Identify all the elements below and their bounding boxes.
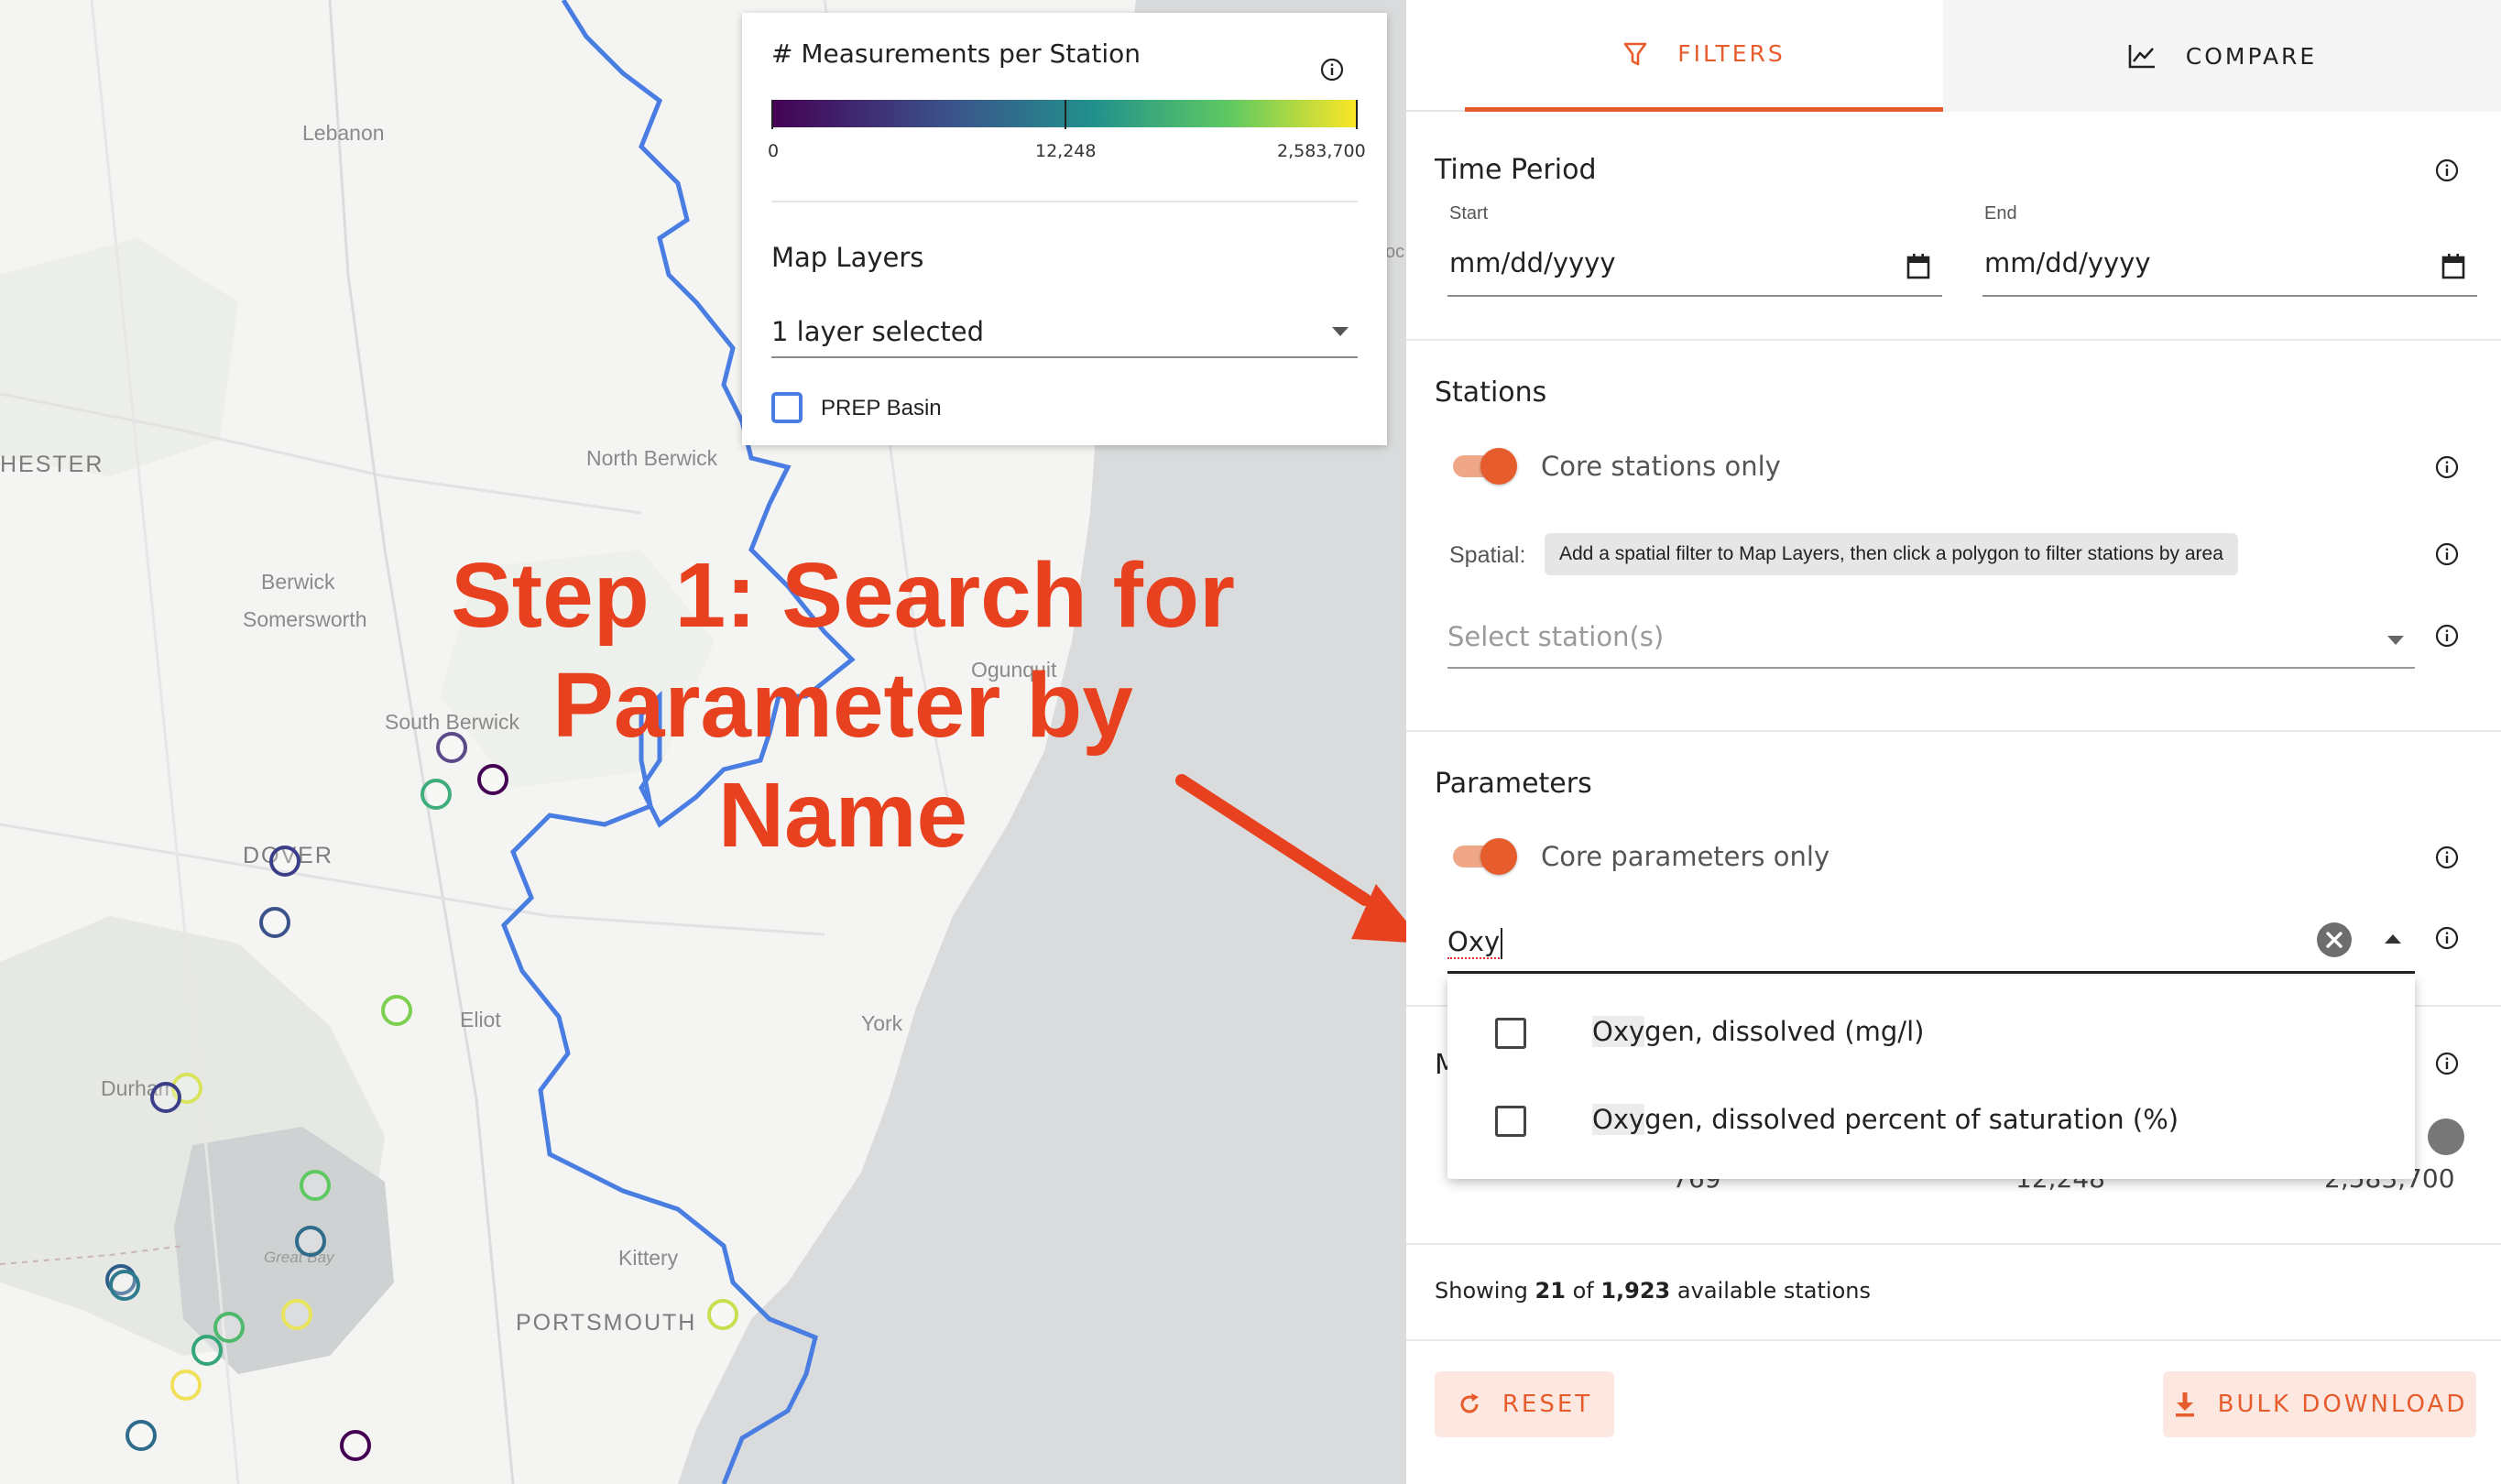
core-stations-label: Core stations only — [1541, 451, 1781, 482]
toggle-thumb — [1480, 448, 1517, 485]
info-icon[interactable] — [2434, 454, 2460, 480]
station-select[interactable]: Select station(s) — [1447, 614, 2415, 669]
map-canvas[interactable]: Lebanon HESTER North Berwick Berwick Som… — [0, 0, 1406, 1484]
option-label: Oxygen, dissolved percent of saturation … — [1592, 1104, 2179, 1135]
parameter-search-value: Oxy — [1447, 926, 1501, 959]
parameter-search-input[interactable]: Oxy — [1447, 915, 2415, 974]
line-chart-icon — [2128, 45, 2155, 69]
tab-filters[interactable]: FILTERS — [1465, 0, 1943, 112]
info-icon[interactable] — [2434, 1051, 2460, 1076]
option-checkbox[interactable] — [1495, 1106, 1526, 1137]
station-select-placeholder: Select station(s) — [1447, 621, 1665, 652]
legend-title: # Measurements per Station — [771, 38, 1141, 69]
prep-basin-checkbox[interactable] — [771, 392, 803, 423]
end-date-label: End — [1984, 203, 2017, 224]
slider-handle[interactable] — [2428, 1118, 2464, 1155]
section-divider — [1406, 730, 2501, 732]
section-divider — [1406, 339, 2501, 341]
info-icon[interactable] — [2434, 623, 2460, 649]
refresh-icon — [1460, 1393, 1479, 1413]
time-period-title: Time Period — [1435, 154, 1597, 186]
summary-shown-count: 21 — [1534, 1278, 1566, 1304]
info-icon[interactable] — [2434, 541, 2460, 567]
toggle-thumb — [1480, 838, 1517, 875]
start-date-label: Start — [1449, 203, 1489, 224]
parameter-option[interactable]: Oxygen, dissolved percent of saturation … — [1447, 1078, 2415, 1164]
legend-divider — [771, 201, 1358, 202]
colorbar-tick — [771, 100, 773, 129]
prep-basin-label: PREP Basin — [821, 396, 942, 420]
info-icon[interactable] — [2434, 845, 2460, 870]
start-date-input[interactable]: mm/dd/yyyy — [1447, 238, 1942, 297]
colorbar-mid-label: 12,248 — [1035, 141, 1097, 161]
option-checkbox[interactable] — [1495, 1018, 1526, 1049]
option-rest: gen, dissolved percent of saturation (%) — [1644, 1104, 2179, 1135]
parameters-title: Parameters — [1435, 768, 1592, 800]
tab-filters-label: FILTERS — [1677, 40, 1786, 67]
colorbar-min-label: 0 — [768, 141, 780, 161]
option-match: Oxy — [1592, 1016, 1645, 1047]
map-legend-panel: # Measurements per Station 0 12,248 2,58… — [742, 13, 1387, 445]
option-label: Oxygen, dissolved (mg/l) — [1592, 1016, 1924, 1047]
end-date-placeholder: mm/dd/yyyy — [1984, 247, 2151, 278]
info-icon[interactable] — [2434, 158, 2460, 183]
reset-button-label: RESET — [1502, 1391, 1593, 1418]
text-cursor — [1501, 928, 1503, 959]
spatial-hint-chip: Add a spatial filter to Map Layers, then… — [1545, 533, 2238, 575]
core-parameters-toggle[interactable] — [1447, 836, 1517, 877]
summary-middle: of — [1572, 1278, 1594, 1304]
section-divider — [1406, 1339, 2501, 1341]
start-date-placeholder: mm/dd/yyyy — [1449, 247, 1616, 278]
section-divider — [1406, 1243, 2501, 1245]
parameter-dropdown-menu: Oxygen, dissolved (mg/l) Oxygen, dissolv… — [1447, 976, 2415, 1179]
chevron-up-icon[interactable] — [2385, 934, 2401, 944]
stations-title: Stations — [1435, 376, 1547, 409]
core-stations-toggle[interactable] — [1447, 446, 1517, 486]
panel-tabs: FILTERS COMPARE — [1406, 0, 2501, 112]
map-layers-title: Map Layers — [771, 242, 924, 273]
core-parameters-label: Core parameters only — [1541, 841, 1830, 872]
bulk-download-label: BULK DOWNLOAD — [2217, 1391, 2468, 1418]
summary-suffix: available stations — [1676, 1278, 1871, 1304]
filter-panel: FILTERS COMPARE Time Period Start End mm… — [1406, 0, 2501, 1484]
tab-compare[interactable]: COMPARE — [1943, 0, 2501, 112]
tab-compare-label: COMPARE — [2185, 42, 2318, 70]
info-icon[interactable] — [1319, 57, 1345, 82]
colorbar-tick — [1356, 100, 1358, 129]
clear-icon[interactable] — [2316, 922, 2353, 958]
option-match: Oxy — [1592, 1104, 1645, 1135]
calendar-icon[interactable] — [2441, 253, 2466, 280]
download-icon — [2175, 1392, 2194, 1417]
info-icon[interactable] — [2434, 925, 2460, 951]
map-layers-select-value: 1 layer selected — [771, 316, 985, 347]
filter-icon — [1623, 42, 1647, 65]
reset-button[interactable]: RESET — [1435, 1371, 1614, 1437]
colorbar-max-label: 2,583,700 — [1277, 141, 1366, 161]
end-date-input[interactable]: mm/dd/yyyy — [1982, 238, 2477, 297]
map-layers-select[interactable]: 1 layer selected — [771, 311, 1358, 358]
calendar-icon[interactable] — [1906, 253, 1931, 280]
app-root: Lebanon HESTER North Berwick Berwick Som… — [0, 0, 2501, 1484]
bulk-download-button[interactable]: BULK DOWNLOAD — [2163, 1371, 2476, 1437]
option-rest: gen, dissolved (mg/l) — [1644, 1016, 1925, 1047]
parameter-option[interactable]: Oxygen, dissolved (mg/l) — [1447, 990, 2415, 1076]
summary-prefix: Showing — [1435, 1278, 1528, 1304]
chevron-down-icon — [1332, 327, 1349, 336]
summary-total-count: 1,923 — [1600, 1278, 1671, 1304]
chevron-down-icon — [2387, 636, 2404, 645]
spatial-label: Spatial: — [1449, 542, 1526, 568]
colorbar-tick — [1065, 100, 1066, 129]
station-count-summary: Showing 21 of 1,923 available stations — [1435, 1278, 1871, 1304]
